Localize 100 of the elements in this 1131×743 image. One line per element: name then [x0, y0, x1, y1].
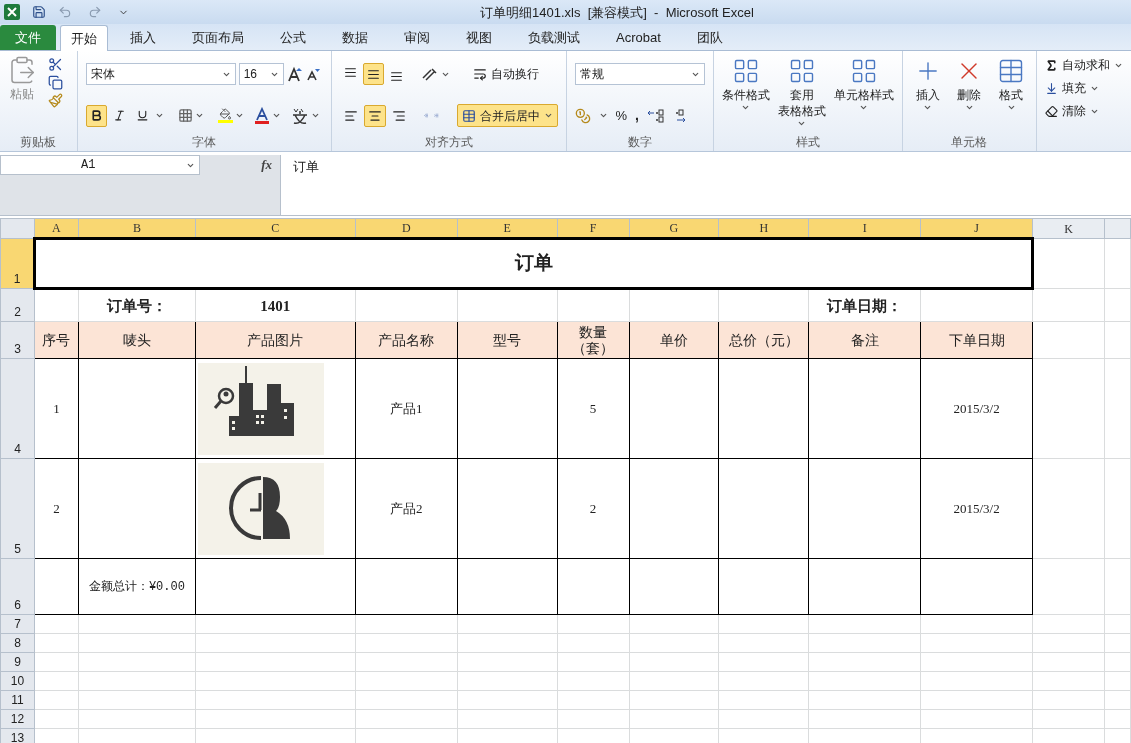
column-header[interactable]: I: [808, 218, 921, 239]
ribbon-tab[interactable]: 负载测试: [518, 25, 590, 50]
table-cell[interactable]: 备注: [808, 321, 921, 359]
style-button[interactable]: 条件格式: [717, 57, 774, 136]
copy-icon[interactable]: [48, 75, 63, 90]
table-cell[interactable]: 金额总计：¥0.00: [78, 558, 196, 615]
currency-icon[interactable]: [574, 107, 591, 124]
phonetic-guide-icon[interactable]: [290, 106, 309, 125]
row-header[interactable]: 2: [0, 288, 35, 322]
horizontal-align-button[interactable]: [363, 104, 386, 127]
row-header[interactable]: 5: [0, 458, 35, 559]
ribbon-tab[interactable]: 视图: [456, 25, 502, 50]
table-cell[interactable]: 型号: [457, 321, 558, 359]
table-cell[interactable]: 唛头: [78, 321, 196, 359]
increase-decimal-icon[interactable]: [646, 107, 665, 124]
table-cell[interactable]: 产品2: [355, 458, 458, 559]
table-cell[interactable]: 1: [34, 358, 79, 459]
merge-center-button[interactable]: 合并后居中: [456, 104, 558, 127]
cell-action-button[interactable]: 插入: [913, 57, 942, 136]
row-header[interactable]: 6: [0, 558, 35, 615]
style-button[interactable]: 单元格样式: [829, 57, 898, 136]
style-button[interactable]: 套用 表格格式: [773, 57, 830, 136]
column-header[interactable]: F: [557, 218, 629, 239]
table-cell[interactable]: 数量 （套）: [557, 321, 629, 359]
window-title: 订单明细1401.xls [兼容模式] - Microsoft Excel: [480, 4, 754, 22]
font-name-field[interactable]: 宋体: [85, 63, 236, 85]
caret-icon: [964, 103, 974, 112]
formula-input[interactable]: 订单: [280, 155, 1131, 215]
table-cell[interactable]: 产品名称: [355, 321, 458, 359]
font-size-field[interactable]: 16: [238, 63, 284, 85]
cut-icon[interactable]: [48, 57, 63, 72]
cell-action-button[interactable]: 删除: [955, 57, 984, 136]
wrap-text-button[interactable]: 自动换行: [467, 63, 544, 85]
table-cell[interactable]: 1401: [195, 288, 356, 322]
column-header[interactable]: K: [1032, 218, 1105, 239]
ribbon-tab[interactable]: 开始: [60, 25, 108, 51]
cell-action-button[interactable]: 格式: [997, 57, 1026, 136]
ribbon-tab[interactable]: 页面布局: [182, 25, 254, 50]
fill-color-icon[interactable]: [217, 108, 233, 123]
grow-font-icon[interactable]: [286, 66, 303, 82]
vertical-align-button[interactable]: [362, 63, 384, 85]
comma-button[interactable]: ,: [635, 105, 639, 126]
sheet-title-cell[interactable]: 订单: [34, 238, 1033, 289]
shrink-font-icon[interactable]: [305, 67, 320, 81]
column-header[interactable]: A: [34, 218, 79, 239]
table-cell[interactable]: 5: [557, 358, 629, 459]
column-header[interactable]: C: [195, 218, 356, 239]
ribbon-tab[interactable]: 团队: [686, 25, 733, 50]
column-header[interactable]: J: [920, 218, 1033, 239]
table-cell[interactable]: 订单号：: [78, 288, 196, 322]
editing-button[interactable]: 清除: [1045, 101, 1123, 121]
row-header[interactable]: 3: [0, 321, 35, 359]
align-lines-icon: [366, 67, 380, 81]
table-cell[interactable]: 产品1: [355, 358, 458, 459]
caret-icon: [234, 111, 244, 120]
font-color-icon[interactable]: [253, 106, 270, 125]
column-header[interactable]: G: [629, 218, 719, 239]
ribbon-tab[interactable]: 审阅: [394, 25, 440, 50]
column-header[interactable]: E: [457, 218, 558, 239]
percent-button[interactable]: %: [615, 105, 628, 126]
ribbon-tab[interactable]: 公式: [270, 25, 316, 50]
column-header[interactable]: H: [718, 218, 809, 239]
borders-icon[interactable]: [177, 108, 193, 123]
align-center-icon: [367, 108, 382, 123]
file-tab[interactable]: 文件: [0, 25, 56, 50]
editing-button[interactable]: 填充: [1045, 78, 1123, 98]
table-cell[interactable]: 2015/3/2: [920, 458, 1033, 559]
text-orientation-icon[interactable]: [420, 66, 439, 82]
table-cell[interactable]: 序号: [34, 321, 79, 359]
paste-button[interactable]: 粘贴: [4, 55, 40, 136]
eraser-icon: [1045, 104, 1058, 118]
number-format-field[interactable]: 常规: [574, 63, 705, 85]
group-label: 数字: [627, 136, 652, 148]
row-header[interactable]: 1: [0, 238, 35, 289]
editing-button[interactable]: 自动求和: [1045, 55, 1123, 75]
group-label: 样式: [795, 136, 820, 148]
row-header[interactable]: 4: [0, 358, 35, 459]
ribbon-tab[interactable]: 数据: [332, 25, 378, 50]
table-cell[interactable]: 产品图片: [195, 321, 356, 359]
column-header[interactable]: D: [355, 218, 458, 239]
table-cell[interactable]: 订单日期：: [808, 288, 921, 322]
save-icon[interactable]: [32, 5, 46, 19]
name-box[interactable]: A1: [0, 155, 200, 175]
table-cell[interactable]: 总价（元）: [718, 321, 809, 359]
caret-icon: [543, 111, 553, 120]
column-header[interactable]: B: [78, 218, 196, 239]
ribbon-tab[interactable]: 插入: [120, 25, 166, 50]
italic-icon: [112, 109, 126, 122]
caret-icon: [923, 103, 932, 112]
table-cell[interactable]: 2015/3/2: [920, 358, 1033, 459]
ribbon-tab[interactable]: Acrobat: [606, 25, 671, 50]
caret-icon: [271, 111, 281, 120]
insert-function-button[interactable]: fx: [261, 155, 272, 175]
align-right-icon: [391, 108, 406, 123]
table-cell[interactable]: 下单日期: [920, 321, 1033, 359]
table-cell[interactable]: 2: [34, 458, 79, 559]
table-cell[interactable]: 2: [557, 458, 629, 559]
bold-button[interactable]: [85, 104, 107, 127]
table-cell[interactable]: 单价: [629, 321, 719, 359]
caret-icon: [194, 111, 204, 120]
